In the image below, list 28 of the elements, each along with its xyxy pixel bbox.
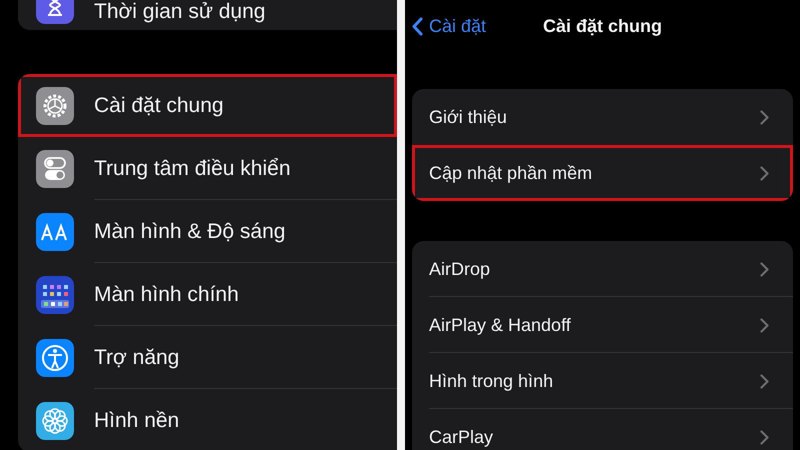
back-chevron-icon <box>412 16 423 36</box>
chevron-icon <box>760 430 769 444</box>
chevron-icon <box>760 166 769 180</box>
gear-icon <box>36 86 74 124</box>
settings-row[interactable]: Trung tâm điều khiển <box>18 137 397 200</box>
settings-row[interactable]: Trợ năng <box>18 326 397 389</box>
settings-row[interactable]: Màn hình chính <box>18 263 397 326</box>
settings-row[interactable]: Cài đặt chung <box>18 74 397 137</box>
settings-row[interactable]: Cập nhật phần mềm <box>412 145 793 201</box>
settings-row[interactable]: CarPlay <box>412 409 793 450</box>
settings-row[interactable]: Màn hình & Độ sáng <box>18 200 397 263</box>
app-grid-icon <box>36 276 74 314</box>
accessibility-icon <box>36 338 74 376</box>
back-button[interactable]: Cài đặt <box>412 12 486 40</box>
page-title: Cài đặt chung <box>542 16 662 36</box>
chevron-icon <box>760 318 769 332</box>
text-size-icon <box>36 212 74 250</box>
flower-icon <box>36 402 74 440</box>
settings-row[interactable]: AirPlay & Handoff <box>412 297 793 353</box>
chevron-icon <box>760 262 769 276</box>
chevron-icon <box>760 374 769 388</box>
settings-row[interactable]: Hình nền <box>18 389 397 450</box>
settings-row[interactable]: Giới thiệu <box>412 89 793 145</box>
settings-row[interactable]: Hình trong hình <box>412 353 793 409</box>
chevron-icon <box>760 110 769 124</box>
settings-row[interactable]: AirDrop <box>412 241 793 297</box>
settings-row[interactable]: Thời gian sử dụng <box>18 0 397 30</box>
toggles-icon <box>36 150 74 188</box>
